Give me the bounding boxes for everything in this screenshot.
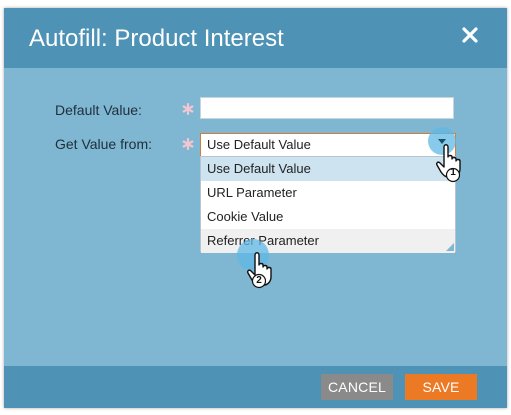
asterisk-icon [182, 103, 194, 115]
get-value-from-dropdown: Use Default Value URL Parameter Cookie V… [200, 156, 456, 253]
dialog-title: Autofill: Product Interest [29, 25, 284, 52]
callout-number-2: 2 [256, 275, 262, 286]
autofill-dialog: Autofill: Product Interest Default Value… [4, 8, 507, 408]
dialog-footer: CANCEL SAVE [4, 366, 507, 408]
asterisk-icon [182, 138, 194, 150]
hand-cursor-icon [237, 239, 272, 289]
close-icon[interactable] [459, 24, 481, 46]
option-url-parameter[interactable]: URL Parameter [201, 181, 455, 205]
get-value-from-label: Get Value from: [55, 136, 153, 152]
option-cookie-value[interactable]: Cookie Value [201, 205, 455, 229]
resize-grip-icon[interactable] [446, 243, 454, 251]
default-value-input[interactable] [200, 97, 454, 119]
dialog-header: Autofill: Product Interest [4, 8, 507, 68]
get-value-from-select[interactable]: Use Default Value [200, 133, 456, 157]
save-button[interactable]: SAVE [405, 374, 477, 400]
default-value-label: Default Value: [55, 102, 142, 118]
callout-number-1: 1 [450, 167, 456, 178]
option-use-default-value[interactable]: Use Default Value [201, 157, 455, 181]
cancel-button[interactable]: CANCEL [321, 374, 393, 400]
